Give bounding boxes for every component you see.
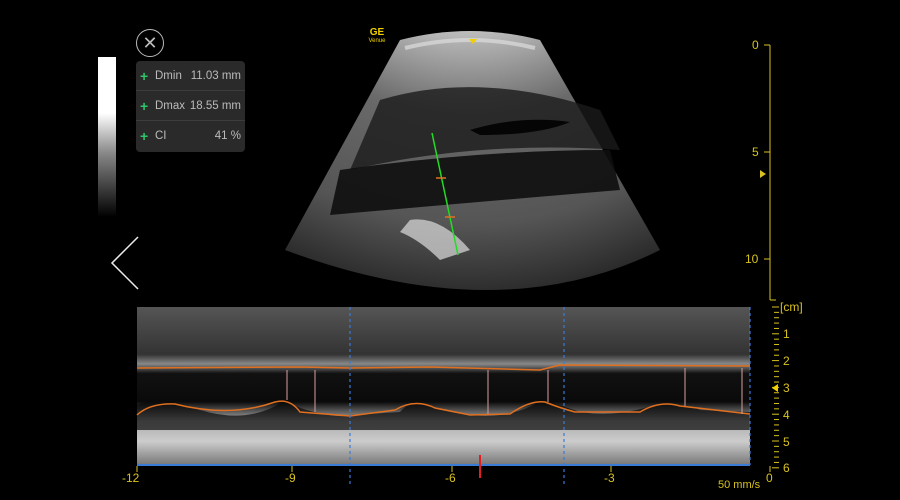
measurement-dmin[interactable]: + Dmin 11.03 mm xyxy=(136,61,245,91)
time-label: 0 xyxy=(766,471,773,485)
sweep-speed: 50 mm/s xyxy=(718,479,761,491)
time-label: -6 xyxy=(445,471,456,485)
b-mode-depth-scale xyxy=(764,44,776,301)
measurement-ci[interactable]: + CI 41 % xyxy=(136,121,245,151)
measurement-dmax[interactable]: + Dmax 18.55 mm xyxy=(136,91,245,121)
plus-icon: + xyxy=(140,67,149,84)
time-label: -9 xyxy=(285,471,296,485)
depth-label: 5 xyxy=(783,435,790,449)
m-mode-unit: [cm] xyxy=(780,300,803,314)
time-label: -3 xyxy=(604,471,615,485)
depth-label: 10 xyxy=(745,252,759,266)
depth-label: 5 xyxy=(752,145,759,159)
plus-icon: + xyxy=(140,128,149,144)
focus-depth-icon xyxy=(772,384,778,392)
depth-label: 3 xyxy=(783,381,790,395)
measurement-panel: + Dmin 11.03 mm + Dmax 18.55 mm + CI 41 … xyxy=(136,61,245,152)
depth-label: 1 xyxy=(783,327,790,341)
m-mode-image xyxy=(136,306,779,485)
time-label: -12 xyxy=(122,471,140,485)
plus-icon: + xyxy=(140,97,149,114)
grayscale-bar xyxy=(98,57,116,217)
close-icon[interactable]: ✕ xyxy=(136,29,164,57)
depth-label: 6 xyxy=(783,461,790,475)
depth-label: 2 xyxy=(783,354,790,368)
chevron-left-icon[interactable] xyxy=(108,235,144,291)
brand-logo: GE Venue xyxy=(368,27,386,45)
depth-label: 4 xyxy=(783,408,790,422)
focus-depth-icon xyxy=(760,170,766,178)
depth-label: 0 xyxy=(752,38,759,52)
